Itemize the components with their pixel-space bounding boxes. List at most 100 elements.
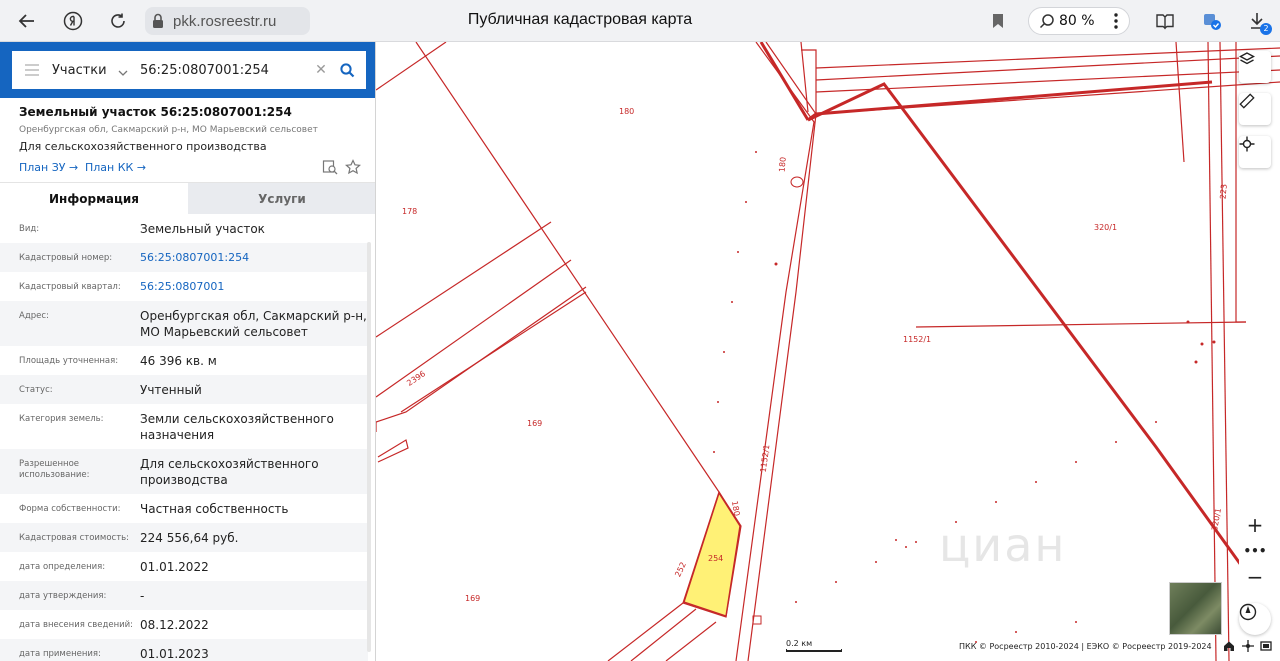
survey-point <box>1015 631 1017 633</box>
info-label: дата применения: <box>19 649 101 659</box>
plan-kk-link[interactable]: План КК → <box>85 161 146 174</box>
parcel-label: 1152/1 <box>903 335 932 344</box>
info-label: Форма собственности: <box>19 504 121 514</box>
survey-point <box>835 581 837 583</box>
home-icon[interactable] <box>1223 640 1235 652</box>
cadastral-map[interactable]: 180 180 180 178 169 169 2396 252 254 115… <box>376 42 1280 661</box>
cadastral-number-link[interactable]: 56:25:0807001:254 <box>140 243 368 266</box>
search-input[interactable] <box>140 62 310 78</box>
survey-point <box>1075 621 1077 623</box>
address-url[interactable]: pkk.rosreestr.ru <box>173 13 276 30</box>
ruler-icon[interactable] <box>1239 93 1271 125</box>
info-row: Кадастровый квартал: 56:25:0807001 <box>0 272 368 301</box>
survey-point <box>755 151 757 153</box>
zoom-icon <box>1039 14 1054 29</box>
boundary-line <box>815 47 1280 69</box>
info-panel: Участки ✕ Земельный участок 56:25:080700… <box>0 42 376 661</box>
panel-scrollbar[interactable] <box>367 242 371 652</box>
boundary-line <box>376 422 409 463</box>
boundary-line <box>807 82 1248 573</box>
info-value: 01.01.2023 <box>140 647 209 661</box>
map-structure <box>790 176 804 188</box>
parcel-label: 320/1 <box>1094 223 1118 232</box>
clear-icon[interactable]: ✕ <box>310 62 332 78</box>
translate-icon[interactable] <box>1197 6 1227 36</box>
boundary-line <box>759 42 810 121</box>
survey-point <box>737 251 739 253</box>
info-label: Категория земель: <box>19 414 104 424</box>
zoom-out-button[interactable]: − <box>1239 564 1271 590</box>
boundary-line <box>815 55 1280 81</box>
survey-point <box>1075 461 1077 463</box>
cadastral-quarter-link[interactable]: 56:25:0807001 <box>140 272 368 295</box>
info-label: Статус: <box>19 385 53 395</box>
info-row: Вид: Земельный участок <box>0 214 368 243</box>
object-usage: Для сельскохозяйственного производства <box>19 140 267 153</box>
info-label: дата внесения сведений: <box>19 620 134 630</box>
object-title: Земельный участок 56:25:0807001:254 <box>19 105 292 119</box>
scale-bar <box>786 649 842 652</box>
boundary-line <box>607 602 717 661</box>
info-value: Для сельскохозяйственного производства <box>140 457 319 487</box>
bookmark-icon[interactable] <box>983 6 1013 36</box>
survey-point <box>1115 441 1117 443</box>
search-category[interactable]: Участки <box>52 63 118 78</box>
yandex-icon[interactable] <box>58 6 88 36</box>
chevron-down-icon[interactable] <box>118 61 138 80</box>
lock-icon <box>153 13 163 28</box>
survey-point <box>1035 481 1037 483</box>
info-value: Земельный участок <box>140 222 265 236</box>
boundary-line <box>735 42 815 661</box>
survey-point <box>723 351 725 353</box>
search-area: Участки ✕ <box>0 42 375 98</box>
find-on-map-icon[interactable] <box>322 159 338 175</box>
info-value: 46 396 кв. м <box>140 354 217 368</box>
compass-icon[interactable] <box>1239 603 1271 635</box>
star-icon[interactable] <box>344 159 362 175</box>
info-row: дата применения: 01.01.2023 <box>0 639 368 661</box>
zoom-control[interactable]: 80 % <box>1028 7 1130 35</box>
boundary-line <box>747 42 817 661</box>
survey-point <box>774 262 778 266</box>
browser-menu-icon[interactable] <box>1113 12 1119 34</box>
survey-point <box>915 541 917 543</box>
page-title: Публичная кадастровая карта <box>467 11 693 28</box>
survey-point <box>717 401 719 403</box>
survey-point <box>745 201 747 203</box>
tab-services[interactable]: Услуги <box>188 183 375 214</box>
boundary-line <box>1207 42 1217 661</box>
survey-point <box>713 451 715 453</box>
survey-point <box>1155 421 1157 423</box>
info-row: Кадастровый номер: 56:25:0807001:254 <box>0 243 368 272</box>
parcel-label: 180 <box>619 107 635 116</box>
map-canvas <box>376 42 1280 661</box>
parcel-label: 169 <box>465 594 481 603</box>
info-label: дата утверждения: <box>19 591 107 601</box>
tab-info[interactable]: Информация <box>0 183 188 214</box>
reload-icon[interactable] <box>103 6 133 36</box>
info-label: Кадастровый квартал: <box>19 282 121 292</box>
locate-icon[interactable] <box>1239 136 1271 168</box>
boundary-line <box>400 291 587 413</box>
survey-point <box>995 501 997 503</box>
survey-point <box>795 601 797 603</box>
address-bar[interactable]: pkk.rosreestr.ru <box>145 7 310 35</box>
crosshair-icon[interactable] <box>1242 640 1254 652</box>
info-value: 224 556,64 руб. <box>140 531 239 545</box>
info-label: Адрес: <box>19 311 49 321</box>
object-address: Оренбургская обл, Сакмарский р-н, МО Мар… <box>19 125 318 135</box>
zoom-value: 80 % <box>1059 13 1095 29</box>
fullscreen-icon[interactable] <box>1260 640 1272 652</box>
downloads-icon[interactable]: 2 <box>1242 6 1272 36</box>
boundary-line <box>800 42 809 113</box>
zoom-in-button[interactable]: + <box>1239 512 1271 538</box>
layers-icon[interactable] <box>1239 51 1271 83</box>
reader-icon[interactable] <box>1150 6 1180 36</box>
zoom-more-icon[interactable]: ••• <box>1239 538 1271 564</box>
back-arrow-icon[interactable] <box>12 6 42 36</box>
boundary-line <box>1219 42 1230 661</box>
plan-zu-link[interactable]: План ЗУ → <box>19 161 78 174</box>
satellite-thumbnail[interactable] <box>1169 582 1222 635</box>
menu-icon[interactable] <box>12 64 52 76</box>
search-icon[interactable] <box>332 62 362 78</box>
